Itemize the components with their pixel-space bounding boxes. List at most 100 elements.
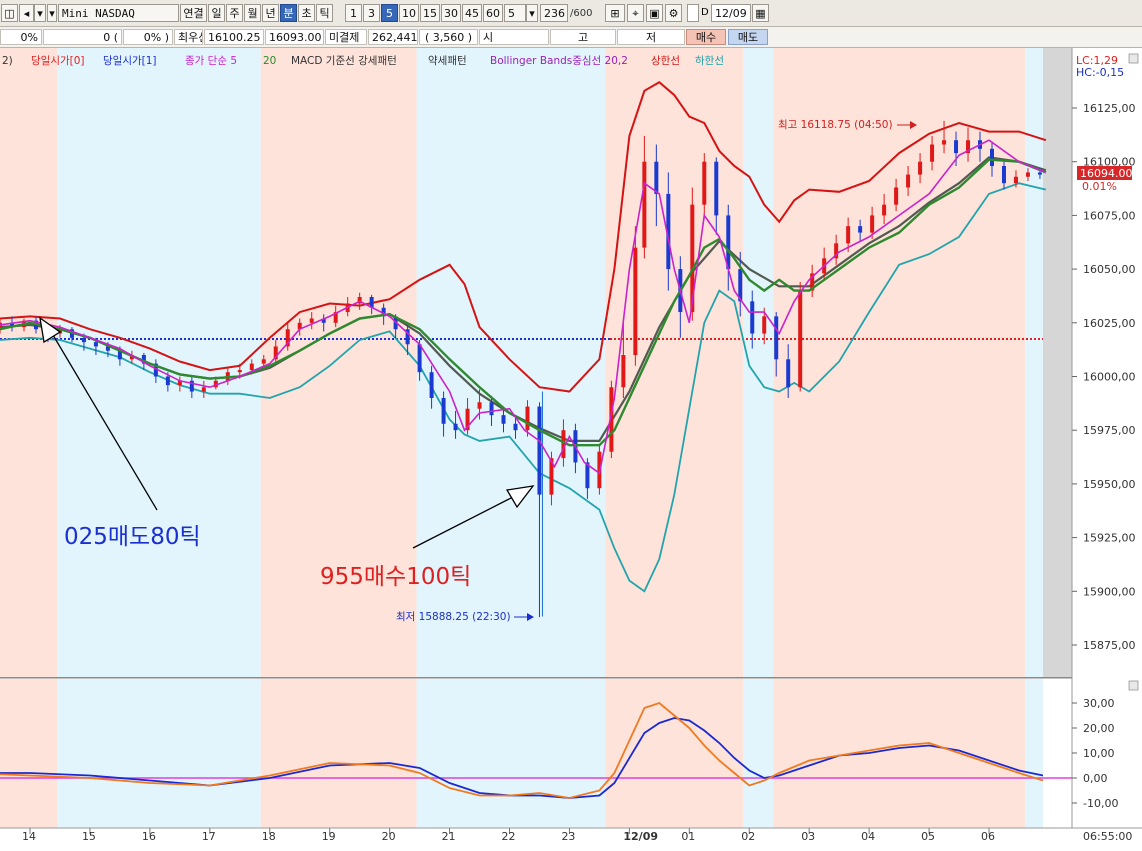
current-price: 16094.00 — [1080, 167, 1133, 180]
candle-body-38 — [453, 423, 458, 431]
low-annotation: 최저 15888.25 (22:30) — [396, 611, 511, 623]
candle-body-78 — [930, 144, 935, 162]
dropdown-icon[interactable]: ▾ — [34, 4, 46, 22]
candle-body-21 — [249, 363, 254, 371]
time-tick-label-9: 23 — [561, 830, 575, 843]
change-value: 0 ( — [43, 29, 122, 45]
gear-icon[interactable]: ⚙ — [665, 4, 682, 22]
session-band-price-7 — [1024, 48, 1043, 677]
magnify-icon[interactable]: ⌖ — [627, 4, 644, 22]
session-band-macd-3 — [416, 679, 606, 828]
macd-tick-label-4: -10,00 — [1083, 797, 1118, 810]
scroll-left-icon[interactable]: ◂ — [19, 4, 34, 22]
price-tick-label-9: 15900,00 — [1083, 585, 1136, 598]
period-45-button[interactable]: 45 — [462, 4, 482, 22]
time-tick-label-10: 12/09 — [623, 830, 658, 843]
count-input[interactable]: 236 — [540, 4, 568, 22]
date-checkbox[interactable] — [687, 4, 699, 22]
candle-body-7 — [81, 337, 86, 343]
low-label: 저 — [617, 29, 685, 45]
year-button[interactable]: 년 — [262, 4, 279, 22]
candle-body-53 — [633, 247, 638, 356]
candle-body-67 — [798, 290, 803, 388]
price-tick-label-10: 15875,00 — [1083, 639, 1136, 652]
week-button[interactable]: 주 — [226, 4, 243, 22]
time-tick-label-4: 18 — [262, 830, 276, 843]
macd-tick-label-3: 0,00 — [1083, 772, 1108, 785]
macd-tick-label-2: 10,00 — [1083, 747, 1115, 760]
quote-bar: 0% 0 ( 0% ) 최우선 16100.25 16093.00 미결제 26… — [0, 27, 1142, 48]
high-label: 고 — [550, 29, 616, 45]
session-band-macd-7 — [1024, 679, 1043, 828]
candle-body-17 — [201, 387, 206, 392]
legend-open-0: 당일시가[0] — [31, 54, 85, 67]
session-band-price-4 — [605, 48, 744, 677]
minute-button[interactable]: 분 — [280, 4, 297, 22]
candle-body-63 — [750, 301, 755, 334]
period-10-button[interactable]: 10 — [399, 4, 419, 22]
buy-button[interactable]: 매수 — [686, 29, 726, 45]
pane-close-icon[interactable] — [1128, 53, 1139, 64]
session-band-macd-2 — [260, 679, 417, 828]
candle-body-77 — [918, 161, 923, 175]
sell-button[interactable]: 매도 — [728, 29, 768, 45]
price-tick-label-4: 16025,00 — [1083, 317, 1136, 330]
macd-tick-label-1: 20,00 — [1083, 722, 1115, 735]
save-icon[interactable]: ▣ — [646, 4, 663, 22]
time-tick-label-2: 16 — [142, 830, 156, 843]
period-5-button[interactable]: 5 — [381, 4, 398, 22]
session-band-macd-4 — [605, 679, 744, 828]
current-change: 0.01% — [1082, 180, 1117, 193]
period-3-button[interactable]: 3 — [363, 4, 380, 22]
period-1-button[interactable]: 1 — [345, 4, 362, 22]
link-button[interactable]: 연결 — [180, 4, 207, 22]
count-total: /600 — [570, 8, 593, 19]
candle-body-36 — [429, 372, 434, 398]
time-tick-label-8: 22 — [502, 830, 516, 843]
candle-icon[interactable]: ⊞ — [605, 4, 625, 22]
interval-dropdown-icon[interactable]: ▾ — [526, 4, 538, 22]
time-tick-label-15: 05 — [921, 830, 935, 843]
candle-body-54 — [642, 161, 647, 248]
candle-body-73 — [870, 215, 875, 233]
period-15-button[interactable]: 15 — [420, 4, 440, 22]
pane-divider — [0, 677, 1142, 679]
change-percent-1: 0% — [0, 29, 42, 45]
candle-body-43 — [513, 423, 518, 431]
dropdown-icon[interactable]: ▾ — [47, 4, 57, 22]
tick-button[interactable]: 틱 — [316, 4, 333, 22]
period-60-button[interactable]: 60 — [483, 4, 503, 22]
price-tick-label-5: 16000,00 — [1083, 371, 1136, 384]
price-tick-label-2: 16075,00 — [1083, 209, 1136, 222]
macd-pane-close-icon[interactable] — [1128, 680, 1139, 691]
session-band-macd-5 — [743, 679, 774, 828]
second-button[interactable]: 초 — [298, 4, 315, 22]
candle-body-44 — [525, 406, 530, 431]
candle-body-64 — [762, 316, 767, 334]
legend-ma20: 20 — [263, 55, 276, 67]
interval-input[interactable]: 5 — [504, 4, 526, 22]
period-30-button[interactable]: 30 — [441, 4, 461, 22]
time-axis-cursor-label: 06:55:00 — [1083, 830, 1132, 843]
candle-body-79 — [942, 140, 947, 145]
session-band-macd-6 — [773, 679, 1025, 828]
candle-body-59 — [702, 161, 707, 205]
best-ask-value: 16093.00 — [265, 29, 324, 45]
chart-area[interactable]: 16125,0016100,0016075,0016050,0016025,00… — [0, 48, 1142, 851]
date-input[interactable]: 12/09 — [711, 4, 751, 22]
legend-macd-bull: MACD 기준선 강세패턴 — [291, 55, 397, 67]
time-tick-label-14: 04 — [861, 830, 875, 843]
session-band-price-0 — [0, 48, 57, 677]
candle-body-84 — [1001, 165, 1006, 184]
macd-tick-label-0: 30,00 — [1083, 697, 1115, 710]
candle-body-80 — [954, 140, 959, 154]
candle-body-65 — [774, 316, 779, 360]
price-tick-label-7: 15950,00 — [1083, 478, 1136, 491]
symbol-field[interactable]: Mini NASDAQ 100(23.1 — [58, 4, 179, 38]
best-bid-value: 16100.25 — [204, 29, 264, 45]
chart-type-icon[interactable]: ◫ — [1, 4, 18, 22]
calendar-icon[interactable]: ▦ — [752, 4, 769, 22]
day-button[interactable]: 일 — [208, 4, 225, 22]
month-button[interactable]: 월 — [244, 4, 261, 22]
candle-body-22 — [261, 359, 266, 364]
